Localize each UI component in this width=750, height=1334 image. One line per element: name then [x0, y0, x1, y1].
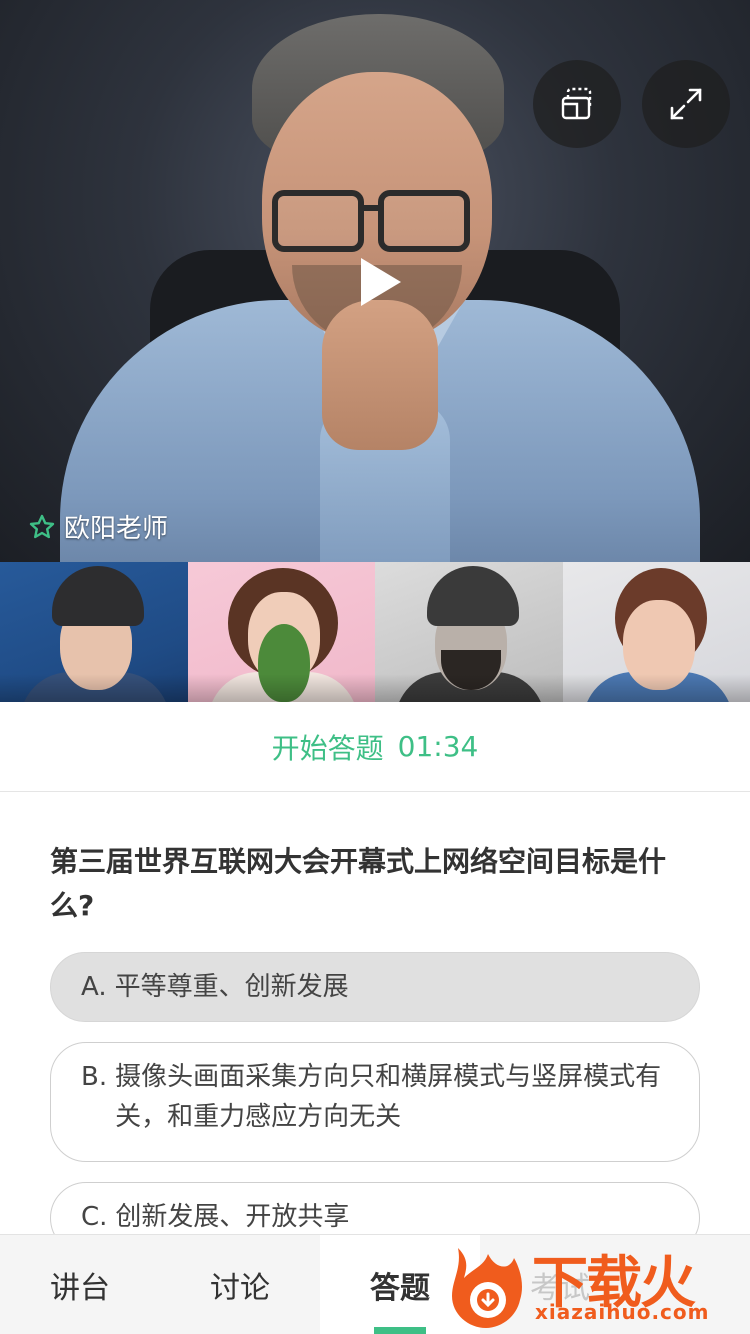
- option-letter: B.: [81, 1062, 108, 1092]
- participant-thumbnails: [0, 562, 750, 702]
- participant-thumbnail[interactable]: [187, 562, 375, 702]
- quiz-countdown: 01:34: [397, 730, 479, 763]
- option-text: 创新发展、开放共享: [115, 1202, 350, 1232]
- tab-label: 答题: [370, 1271, 430, 1306]
- quiz-option-b[interactable]: B. 摄像头画面采集方向只和横屏模式与竖屏模式有关，和重力感应方向无关: [50, 1042, 700, 1162]
- video-person-glasses-right: [378, 190, 470, 252]
- video-person-glasses-left: [272, 190, 364, 252]
- tab-label: 考试: [530, 1271, 590, 1306]
- quiz-timer-bar: 开始答题 01:34: [0, 702, 750, 792]
- tab-discussion[interactable]: 讨论: [160, 1235, 320, 1334]
- tab-exam[interactable]: 考试: [480, 1235, 640, 1334]
- thumbnail-shade: [375, 674, 563, 702]
- fullscreen-button[interactable]: [642, 60, 730, 148]
- thumbnail-shade: [0, 674, 188, 702]
- tab-label: 讲台: [50, 1271, 110, 1306]
- thumbnail-shade: [187, 674, 375, 702]
- bottom-tab-bar: 讲台 讨论 答题 考试: [0, 1234, 750, 1334]
- camera-switch-icon: [561, 87, 592, 120]
- tab-quiz[interactable]: 答题: [320, 1235, 480, 1334]
- tab-label: 讨论: [210, 1271, 270, 1306]
- quiz-status-label: 开始答题: [271, 731, 384, 765]
- video-person-hand: [322, 300, 438, 450]
- thumbnail-hat: [427, 566, 519, 626]
- participant-thumbnail[interactable]: [562, 562, 750, 702]
- active-tab-indicator: [374, 1327, 426, 1334]
- option-letter: A.: [81, 972, 107, 1002]
- video-player[interactable]: 欧阳老师: [0, 0, 750, 562]
- teacher-name: 欧阳老师: [64, 514, 169, 544]
- option-text: 平等尊重、创新发展: [114, 972, 349, 1002]
- quiz-option-a[interactable]: A. 平等尊重、创新发展: [50, 952, 700, 1022]
- option-letter: C.: [81, 1202, 108, 1232]
- star-icon[interactable]: [28, 513, 56, 541]
- tab-podium[interactable]: 讲台: [0, 1235, 160, 1334]
- participant-thumbnail[interactable]: [0, 562, 188, 702]
- play-icon[interactable]: [355, 254, 405, 310]
- thumbnail-hat: [52, 566, 144, 626]
- fullscreen-icon: [670, 88, 702, 120]
- thumbnail-shade: [562, 674, 750, 702]
- video-person-glasses-bridge: [358, 205, 384, 211]
- option-text: 摄像头画面采集方向只和横屏模式与竖屏模式有关，和重力感应方向无关: [115, 1062, 662, 1132]
- teacher-label: 欧阳老师: [28, 508, 168, 545]
- camera-switch-button[interactable]: [533, 60, 621, 148]
- quiz-question: 第三届世界互联网大会开幕式上网络空间目标是什么?: [50, 845, 667, 922]
- participant-thumbnail[interactable]: [375, 562, 563, 702]
